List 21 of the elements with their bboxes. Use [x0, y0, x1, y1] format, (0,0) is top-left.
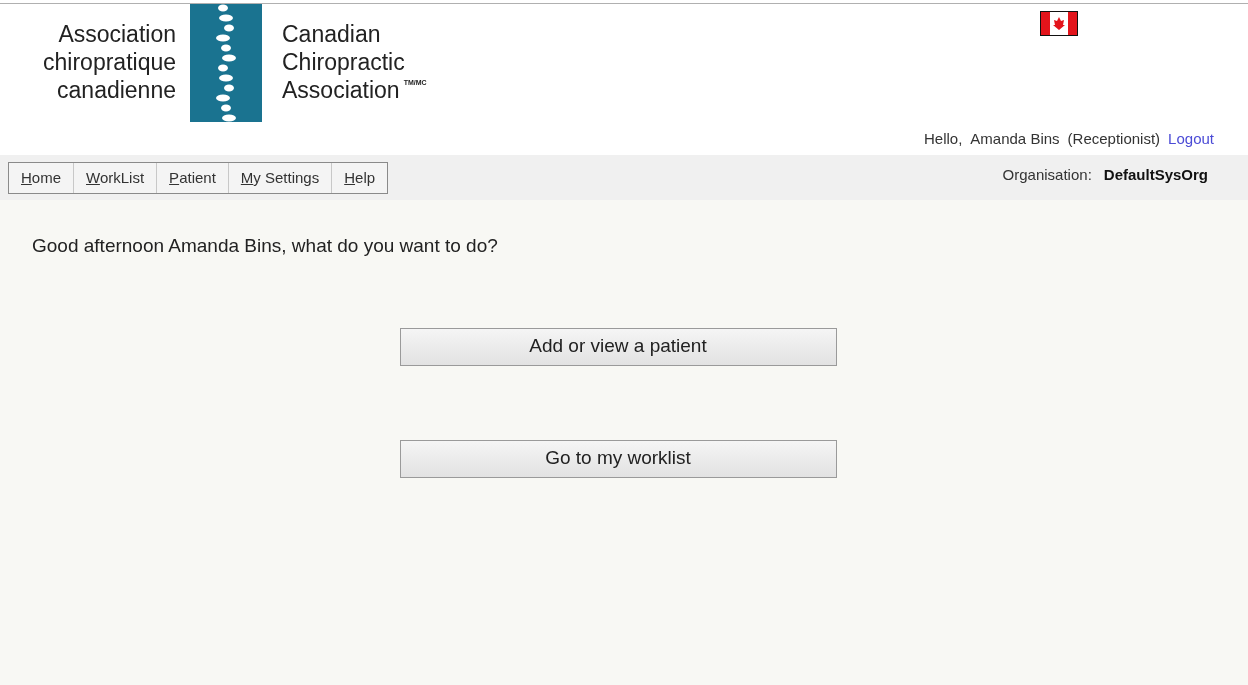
menu-item[interactable]: Patient: [156, 163, 228, 193]
canada-flag-icon: [1040, 11, 1078, 36]
menu-item[interactable]: My Settings: [227, 163, 332, 193]
organisation-value: DefaultSysOrg: [1103, 165, 1208, 185]
menu-item[interactable]: Home: [9, 163, 74, 193]
greeting-text: Hello,: [924, 129, 963, 149]
logo-text: canadienne: [57, 76, 176, 104]
logo-text: Chiropractic: [282, 48, 405, 76]
action-button[interactable]: Add or view a patient: [399, 327, 837, 366]
user-role: (Receptionist): [1067, 129, 1161, 149]
menu-item[interactable]: WorkList: [73, 163, 157, 193]
organisation-label: Organisation:: [1002, 165, 1092, 185]
logo-text: Association: [58, 20, 176, 48]
logout-link[interactable]: Logout: [1168, 128, 1214, 151]
logo-text: Canadian: [282, 20, 381, 48]
user-name: Amanda Bins: [970, 129, 1060, 149]
menu-item[interactable]: Help: [331, 163, 388, 193]
welcome-text: Good afternoon Amanda Bins, what do you want to do?: [32, 234, 499, 258]
logo-text: chiropratique: [43, 48, 176, 76]
action-button[interactable]: Go to my worklist: [399, 439, 837, 478]
logo-text: Association: [282, 76, 400, 104]
